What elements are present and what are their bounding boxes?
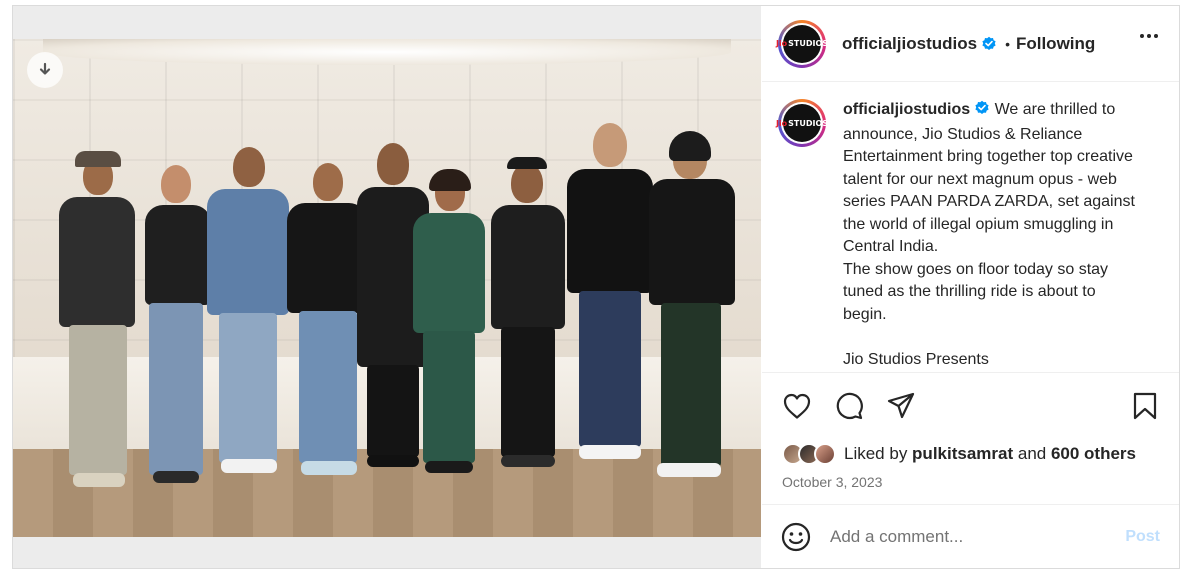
send-icon: [887, 392, 915, 419]
post-media: [13, 6, 761, 568]
emoji-button[interactable]: [780, 521, 812, 553]
caption-username[interactable]: officialjiostudios: [843, 101, 970, 118]
comment-input[interactable]: [830, 526, 1126, 547]
instagram-post: Jio STUDIOS officialjiostudios • Followin…: [12, 5, 1180, 569]
post-sidebar: Jio STUDIOS officialjiostudios • Followin…: [762, 6, 1179, 568]
avatar: [814, 443, 836, 465]
post-photo[interactable]: [13, 39, 761, 537]
post-actions: Liked by pulkitsamrat and 600 others Oct…: [762, 372, 1179, 504]
verified-badge-icon: [974, 100, 990, 124]
post-date[interactable]: October 3, 2023: [782, 474, 882, 490]
verified-badge-icon: [981, 36, 997, 52]
photo-person: [409, 169, 489, 483]
bookmark-icon: [1133, 392, 1157, 420]
like-button[interactable]: [782, 391, 812, 421]
comment-button[interactable]: [834, 391, 864, 421]
heart-icon: [783, 393, 811, 419]
jio-studios-logo: Jio STUDIOS: [776, 24, 828, 63]
caption-avatar[interactable]: Jio STUDIOS: [776, 99, 828, 147]
comment-icon: [836, 392, 863, 420]
likes-text: Liked by pulkitsamrat and 600 others: [844, 444, 1136, 463]
account-avatar[interactable]: Jio STUDIOS: [776, 19, 828, 68]
liker-avatars[interactable]: [782, 443, 836, 465]
photo-person: [201, 147, 291, 487]
share-button[interactable]: [886, 391, 916, 421]
following-button[interactable]: Following: [1016, 34, 1095, 54]
photo-person: [487, 157, 567, 473]
caption-area: Jio STUDIOS officialjiostudios We are thr…: [762, 83, 1179, 372]
jio-studios-logo: Jio STUDIOS: [776, 104, 828, 142]
caption-body: We are thrilled to announce, Jio Studios…: [843, 101, 1135, 368]
likes-summary: Liked by pulkitsamrat and 600 others: [782, 443, 1136, 465]
caption-text: officialjiostudios We are thrilled to an…: [843, 99, 1143, 371]
post-comment-button[interactable]: Post: [1125, 528, 1160, 546]
photo-person: [51, 151, 141, 507]
photo-ceiling: [43, 39, 731, 65]
account-username[interactable]: officialjiostudios: [842, 34, 977, 54]
save-button[interactable]: [1130, 391, 1160, 421]
photo-person: [641, 131, 741, 495]
download-button[interactable]: [27, 52, 63, 88]
smiley-icon: [781, 522, 811, 551]
download-arrow-icon: [39, 62, 51, 75]
liker-username[interactable]: pulkitsamrat: [912, 444, 1013, 463]
post-header: Jio STUDIOS officialjiostudios • Followin…: [762, 6, 1179, 82]
likes-count[interactable]: 600 others: [1051, 444, 1136, 463]
comment-bar: Post: [762, 504, 1179, 568]
more-options-icon[interactable]: [1140, 34, 1158, 38]
separator-dot: •: [1005, 35, 1010, 52]
